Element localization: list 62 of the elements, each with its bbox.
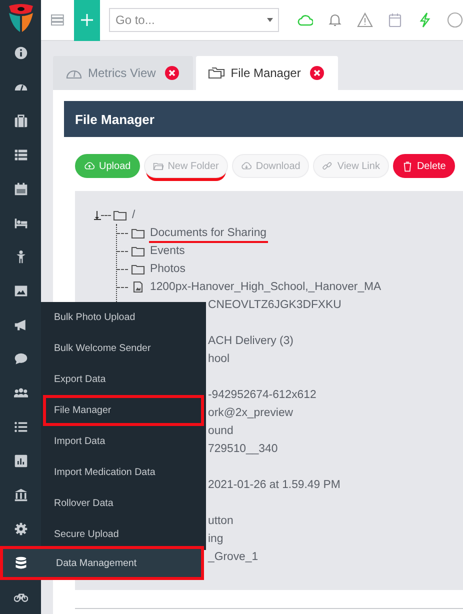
folder-icon (131, 245, 145, 257)
close-icon[interactable] (164, 66, 179, 80)
trash-icon (402, 160, 413, 172)
menu-icon[interactable] (51, 14, 64, 26)
folder-icon (131, 263, 145, 275)
menu-item[interactable]: Bulk Welcome Sender (41, 333, 206, 364)
tree-item[interactable]: CNEOVLTZ6JGK3DFXKU (207, 297, 342, 313)
megaphone-icon (14, 318, 28, 332)
menu-item[interactable]: Bulk Photo Upload (41, 302, 206, 333)
collapse-icon[interactable] (94, 210, 101, 220)
panel-title: File Manager (75, 112, 154, 126)
download-icon (240, 160, 252, 172)
menu-item[interactable]: File Manager (43, 395, 204, 426)
menu-item[interactable]: Import Data (41, 426, 206, 457)
list-icon (14, 420, 28, 434)
tree-item[interactable]: 1200px-Hanover_High_School,_Hanover_MA (149, 279, 382, 295)
link-icon (322, 160, 334, 172)
caret-icon (267, 18, 273, 22)
tree-item[interactable]: Photos (149, 261, 186, 277)
tree-item[interactable]: hool (207, 351, 231, 367)
menu-item[interactable]: Import Medication Data (41, 457, 206, 488)
close-icon[interactable] (310, 66, 324, 80)
chat-icon (14, 352, 28, 366)
tree-item[interactable]: 729510__340 (207, 441, 279, 457)
image-icon (14, 284, 28, 298)
tab[interactable]: Metrics View (53, 56, 193, 90)
settings-icon (14, 522, 28, 536)
tree-item[interactable]: ACH Delivery (3) (207, 333, 294, 349)
upload-icon (84, 160, 95, 172)
folder-icon (152, 160, 164, 172)
info-icon (14, 46, 28, 60)
menu-item[interactable]: Export Data (41, 364, 206, 395)
warning-icon[interactable] (357, 12, 373, 28)
folder-icon (113, 209, 127, 221)
briefcase-icon (14, 114, 28, 128)
folder-icon (131, 227, 145, 239)
menu-item[interactable]: Rollover Data (41, 488, 206, 519)
tree-item[interactable]: _Grove_1 (207, 549, 260, 565)
folders-icon (208, 65, 226, 81)
plus-icon (80, 14, 93, 26)
database-icon (14, 556, 28, 570)
bank-icon (14, 488, 28, 502)
tree-item[interactable]: Events (149, 243, 186, 259)
search-field[interactable]: Go to... (108, 8, 279, 32)
tree-item[interactable]: ork@2x_preview (207, 405, 294, 421)
users-icon (14, 386, 28, 400)
tree-item[interactable]: 2021-01-26 at 1.59.49 PM (207, 477, 342, 493)
tree-item[interactable]: utton (207, 513, 234, 529)
chart-icon (14, 454, 28, 468)
image-file-icon (131, 281, 145, 293)
list-icon (14, 148, 28, 162)
bell-icon[interactable] (327, 12, 343, 28)
calendar-icon (14, 182, 28, 196)
bed-icon (14, 216, 28, 230)
sidebar-item[interactable]: Data Management (0, 546, 204, 580)
tree-item[interactable]: ing (207, 531, 224, 547)
tree-item[interactable]: / (131, 207, 136, 223)
tree-item[interactable]: -942952674-612x612 (207, 387, 318, 403)
toolbar-button[interactable]: Delete (392, 154, 455, 178)
tab[interactable]: File Manager (196, 56, 338, 90)
tree-item[interactable]: ound (207, 423, 234, 439)
tree-item[interactable]: Documents for Sharing (149, 225, 268, 241)
